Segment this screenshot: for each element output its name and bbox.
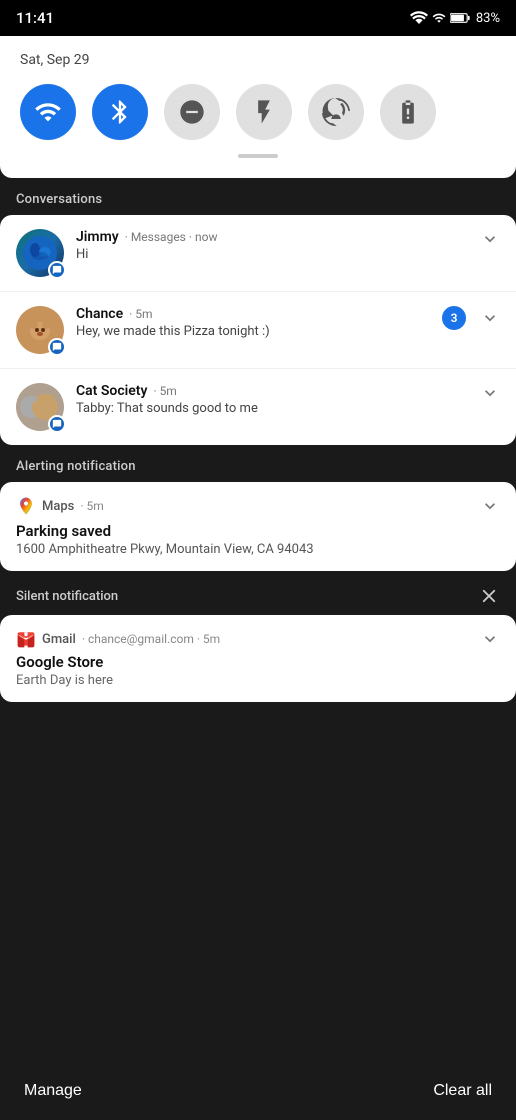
- silent-close-button[interactable]: [478, 585, 500, 607]
- maps-notification-card: Maps · 5m Parking saved 1600 Amphitheatr…: [0, 482, 516, 571]
- gmail-app-name: Gmail: [42, 632, 76, 647]
- status-bar: 11:41 83%: [0, 0, 516, 36]
- date-label: Sat, Sep 29: [20, 52, 496, 68]
- toggle-row: [20, 84, 496, 140]
- wifi-toggle[interactable]: [20, 84, 76, 140]
- jimmy-sender: Jimmy: [76, 229, 119, 245]
- maps-notif-title: Parking saved: [16, 522, 500, 540]
- chance-messages-badge: [48, 338, 66, 356]
- silent-notification-section-header: Silent notification: [0, 573, 516, 615]
- status-icons: 83%: [410, 11, 500, 26]
- gmail-notification-card: Gmail · chance@gmail.com · 5m Google Sto…: [0, 615, 516, 702]
- chance-notification[interactable]: Chance · 5m Hey, we made this Pizza toni…: [0, 292, 516, 369]
- signal-icon: [432, 11, 446, 25]
- gmail-notification[interactable]: Gmail · chance@gmail.com · 5m Google Sto…: [0, 615, 516, 702]
- chance-unread-badge: 3: [442, 306, 466, 330]
- drag-handle: [238, 154, 278, 158]
- jimmy-message: Hi: [76, 247, 472, 262]
- gmail-chevron[interactable]: [480, 629, 500, 649]
- manage-button[interactable]: Manage: [24, 1082, 82, 1100]
- gmail-notif-title: Google Store: [16, 653, 500, 671]
- chance-meta: · 5m: [129, 307, 152, 321]
- cat-society-meta: · 5m: [153, 384, 176, 398]
- quick-settings-panel: Sat, Sep 29: [0, 36, 516, 178]
- battery-saver-toggle[interactable]: [380, 84, 436, 140]
- chance-notif-right: 3: [442, 306, 500, 330]
- chance-notif-content: Chance · 5m Hey, we made this Pizza toni…: [76, 306, 442, 339]
- maps-time: · 5m: [80, 499, 103, 513]
- cat-society-sender: Cat Society: [76, 383, 147, 399]
- maps-notif-body: 1600 Amphitheatre Pkwy, Mountain View, C…: [16, 542, 500, 557]
- jimmy-chevron[interactable]: [480, 229, 500, 249]
- gmail-icon: [16, 629, 36, 649]
- cat-society-notification[interactable]: Cat Society · 5m Tabby: That sounds good…: [0, 369, 516, 445]
- cat-society-chevron[interactable]: [480, 383, 500, 403]
- jimmy-avatar-wrap: [16, 229, 64, 277]
- jimmy-meta: · Messages · now: [125, 230, 218, 244]
- battery-percentage: 83%: [476, 11, 500, 26]
- gmail-meta: · chance@gmail.com · 5m: [82, 632, 220, 646]
- conversations-card: Jimmy · Messages · now Hi: [0, 215, 516, 445]
- chance-sender: Chance: [76, 306, 123, 322]
- chance-chevron[interactable]: [480, 308, 500, 328]
- messages-badge: [48, 261, 66, 279]
- chance-avatar-wrap: [16, 306, 64, 354]
- flashlight-toggle[interactable]: [236, 84, 292, 140]
- maps-chevron[interactable]: [480, 496, 500, 516]
- maps-app-name: Maps: [42, 499, 74, 514]
- cat-avatar-wrap: [16, 383, 64, 431]
- maps-notification[interactable]: Maps · 5m Parking saved 1600 Amphitheatr…: [0, 482, 516, 571]
- cat-society-notif-content: Cat Society · 5m Tabby: That sounds good…: [76, 383, 472, 416]
- bottom-bar: Manage Clear all: [0, 1068, 516, 1120]
- dnd-toggle[interactable]: [164, 84, 220, 140]
- bluetooth-toggle[interactable]: [92, 84, 148, 140]
- silent-notification-label: Silent notification: [16, 589, 118, 604]
- battery-icon: [450, 11, 470, 25]
- gmail-notif-body: Earth Day is here: [16, 673, 500, 688]
- status-time: 11:41: [16, 9, 54, 27]
- cat-messages-badge: [48, 415, 66, 433]
- rotate-toggle[interactable]: [308, 84, 364, 140]
- maps-icon: [16, 496, 36, 516]
- alerting-notification-label: Alerting notification: [0, 447, 516, 482]
- cat-society-message: Tabby: That sounds good to me: [76, 401, 472, 416]
- wifi-icon: [410, 11, 428, 25]
- conversations-label: Conversations: [0, 180, 516, 215]
- chance-message: Hey, we made this Pizza tonight :): [76, 324, 442, 339]
- jimmy-notif-content: Jimmy · Messages · now Hi: [76, 229, 472, 262]
- jimmy-notification[interactable]: Jimmy · Messages · now Hi: [0, 215, 516, 292]
- clear-all-button[interactable]: Clear all: [433, 1082, 492, 1100]
